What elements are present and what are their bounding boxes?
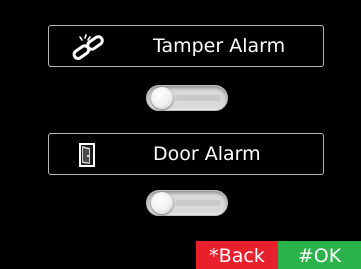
toggle-track <box>175 200 221 206</box>
alarm-settings-screen: Tamper Alarm Door Alarm *Back #OK <box>0 0 361 269</box>
toggle-knob <box>151 192 173 214</box>
door-icon <box>71 142 105 168</box>
tamper-alarm-row[interactable]: Tamper Alarm <box>48 25 324 67</box>
back-softkey[interactable]: *Back <box>196 241 278 269</box>
tamper-alarm-toggle[interactable] <box>146 85 228 111</box>
broken-chain-icon <box>71 34 105 60</box>
ok-softkey[interactable]: #OK <box>278 241 361 269</box>
toggle-knob <box>151 87 173 109</box>
toggle-track <box>175 95 221 101</box>
door-alarm-row[interactable]: Door Alarm <box>48 133 324 175</box>
door-alarm-toggle[interactable] <box>146 190 228 216</box>
door-alarm-label: Door Alarm <box>153 143 261 165</box>
tamper-alarm-label: Tamper Alarm <box>153 35 286 57</box>
